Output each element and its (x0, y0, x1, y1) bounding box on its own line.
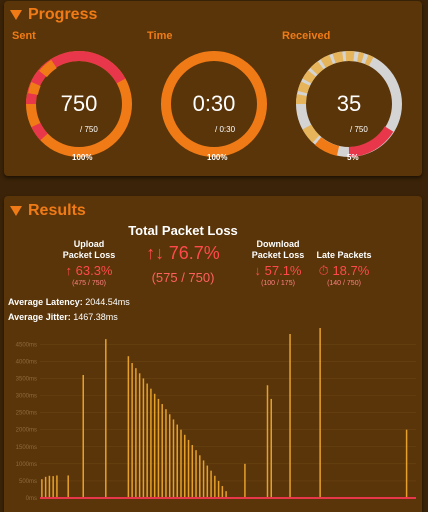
time-gauge: 0:30 / 0:30 100% (159, 49, 269, 162)
latency-bar (67, 475, 69, 498)
latency-bar (150, 388, 152, 498)
latency-bar (405, 429, 408, 498)
received-total: / 750 (350, 125, 368, 134)
latency-bar (82, 375, 84, 498)
latency-bar (105, 339, 107, 499)
y-tick-label: 4500ms (16, 342, 37, 348)
latency-bar (221, 486, 224, 498)
upload-loss-label: Upload Packet Loss (62, 239, 116, 260)
results-header[interactable]: Results (10, 202, 86, 220)
y-tick-label: 1500ms (16, 445, 37, 451)
total-loss-label: Total Packet Loss (128, 223, 238, 238)
sent-total: / 750 (80, 125, 98, 134)
average-latency-value: 2044.54ms (85, 297, 130, 307)
latency-bar (56, 475, 58, 498)
latency-bar (131, 363, 133, 498)
latency-bar (202, 460, 205, 498)
latency-bar (217, 480, 220, 498)
average-jitter-value: 1467.38ms (73, 312, 118, 322)
upload-loss-value-row: ↑ 63.3% (49, 263, 129, 278)
total-loss-value: 76.7% (168, 243, 220, 263)
latency-bar (52, 476, 54, 498)
latency-bar (289, 334, 291, 498)
y-tick-label: 2000ms (16, 428, 37, 434)
time-total: / 0:30 (215, 125, 236, 134)
received-percent: 5% (347, 153, 359, 162)
y-tick-label: 500ms (19, 479, 37, 485)
latency-bar (184, 434, 186, 498)
average-latency-label: Average Latency: (8, 297, 83, 307)
latency-bar (142, 378, 145, 498)
latency-bar (153, 393, 156, 498)
late-packets-value: 18.7% (332, 263, 370, 278)
latency-bar (199, 455, 201, 498)
sent-value: 750 (60, 91, 98, 116)
average-jitter-label: Average Jitter: (8, 312, 71, 322)
latency-bar (146, 383, 148, 498)
latency-bar (195, 450, 197, 498)
total-loss-value-row: ↑↓ 76.7% (108, 243, 258, 264)
late-packets-label: Late Packets (316, 250, 372, 260)
progress-header[interactable]: Progress (10, 6, 97, 24)
collapse-triangle-icon[interactable] (10, 10, 22, 20)
y-tick-label: 3500ms (16, 376, 37, 382)
down-arrow-icon: ↓ (254, 263, 262, 278)
latency-bar (172, 419, 175, 498)
latency-bar (319, 328, 321, 498)
average-jitter: Average Jitter: 1467.38ms (8, 312, 118, 322)
progress-title: Progress (28, 6, 98, 23)
results-panel: Results Total Packet Loss ↑↓ 76.7% (575 … (4, 196, 422, 512)
sent-percent: 100% (72, 153, 93, 162)
received-value: 35 (336, 91, 362, 116)
sent-label: Sent (12, 30, 36, 42)
y-tick-label: 0ms (26, 496, 37, 502)
latency-bar (214, 475, 216, 498)
latency-bar (187, 439, 190, 498)
y-tick-label: 2500ms (16, 411, 37, 417)
received-gauge: 35 / 750 5% (294, 49, 404, 162)
y-tick-label: 1000ms (16, 462, 37, 468)
collapse-triangle-icon[interactable] (10, 206, 22, 216)
stopwatch-icon: ⏱ (318, 263, 329, 278)
time-value: 0:30 (192, 91, 236, 116)
y-tick-label: 4000ms (16, 359, 37, 365)
latency-bar (210, 470, 212, 498)
latency-bar (168, 414, 171, 498)
download-loss-value: 57.1% (264, 263, 302, 278)
results-title: Results (28, 202, 86, 219)
y-tick-label: 3000ms (16, 394, 37, 400)
time-label: Time (147, 30, 173, 42)
latency-bar (225, 491, 227, 498)
latency-bar (266, 385, 269, 498)
sent-gauge: 750 / 750 100% (24, 49, 134, 162)
latency-bar (191, 445, 194, 498)
late-packets-count: (140 / 750) (327, 280, 361, 287)
progress-panel: Progress Sent Time Received 750 / 750 10… (4, 1, 422, 176)
latency-bar (157, 398, 160, 498)
upload-loss-value: 63.3% (75, 263, 113, 278)
up-down-arrows-icon: ↑↓ (146, 243, 165, 263)
late-packets-value-row: ⏱ 18.7% (304, 263, 384, 279)
received-label: Received (282, 30, 331, 42)
latency-bar (44, 476, 47, 498)
latency-bar (127, 356, 130, 498)
latency-bar (180, 429, 182, 498)
latency-bar (135, 368, 137, 498)
latency-bar (244, 463, 246, 498)
latency-bar (165, 409, 167, 498)
average-latency: Average Latency: 2044.54ms (8, 297, 130, 307)
up-arrow-icon: ↑ (65, 263, 73, 278)
latency-bar (41, 479, 43, 498)
latency-bar (161, 404, 163, 498)
latency-bar (48, 475, 51, 498)
latency-bar (138, 373, 141, 498)
total-loss-count: (575 / 750) (151, 270, 215, 285)
latency-bar (270, 398, 272, 498)
time-percent: 100% (207, 153, 228, 162)
latency-bar (206, 465, 209, 498)
upload-loss-count: (475 / 750) (72, 280, 106, 287)
latency-chart: 0ms 500ms 1000ms 1500ms 2000ms 2500ms 3000ms 35… (16, 328, 416, 502)
latency-bar (176, 424, 178, 498)
